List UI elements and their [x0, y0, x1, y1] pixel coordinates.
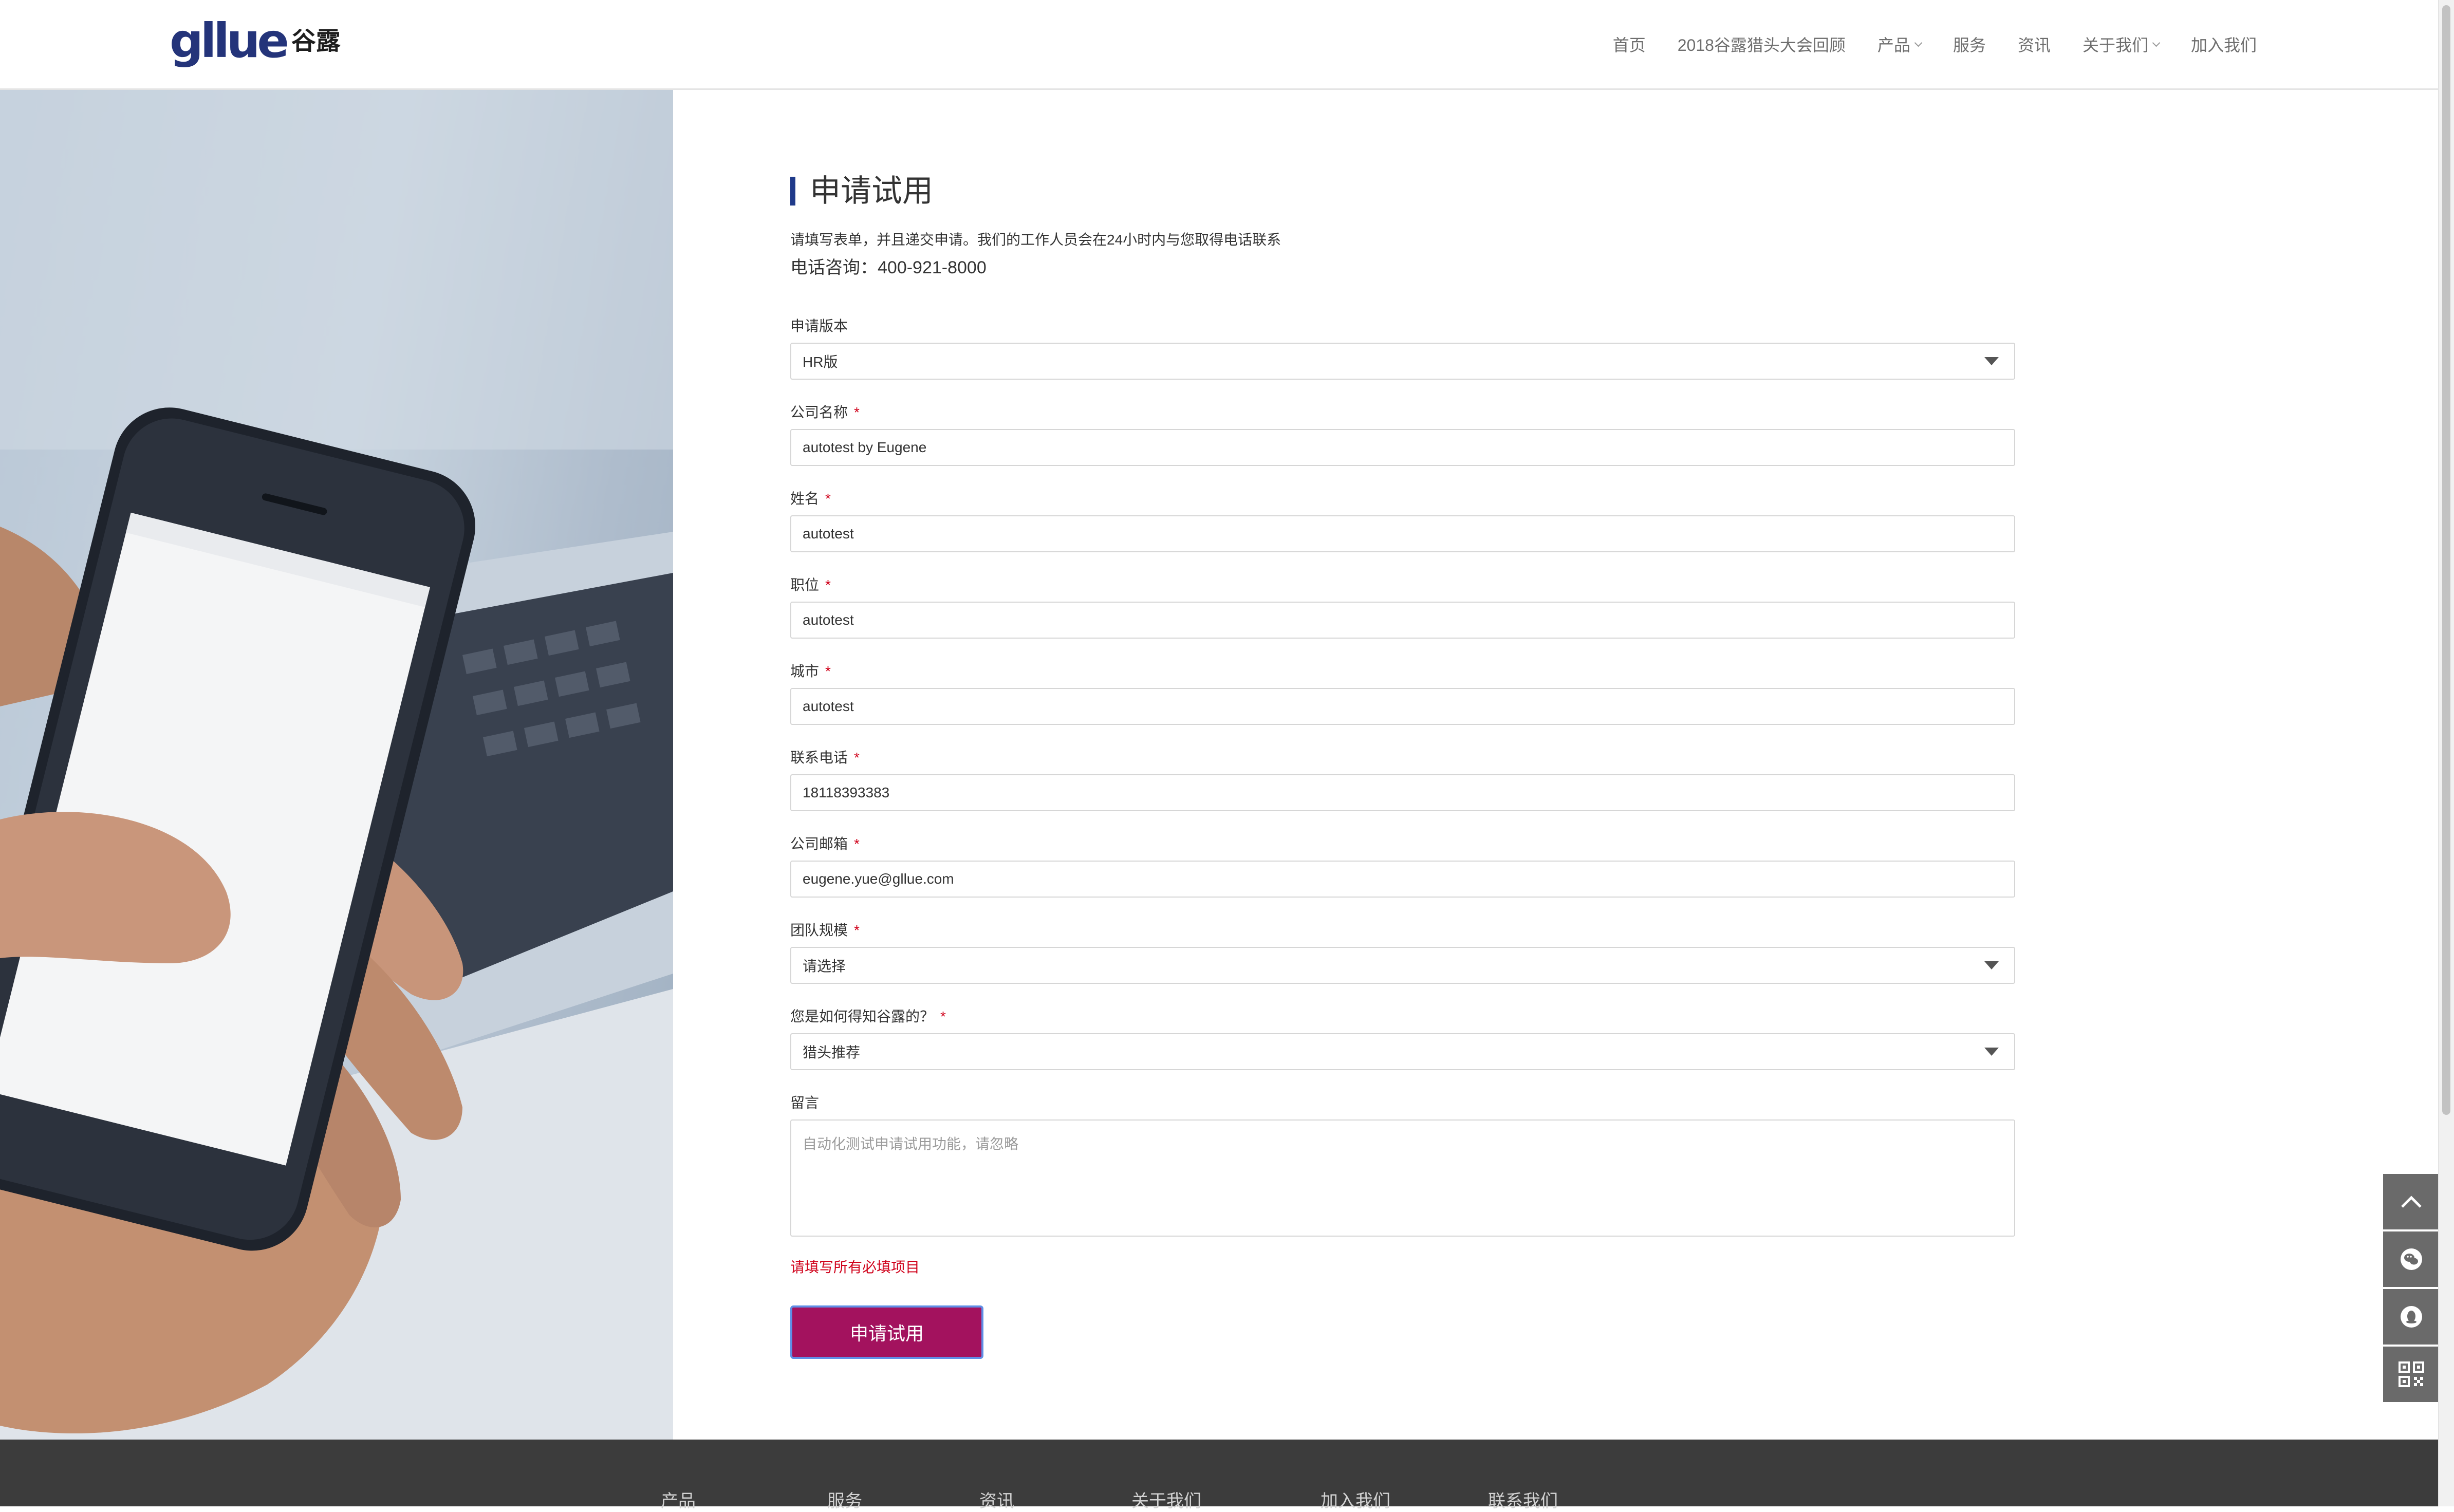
- chevron-down-icon: [2152, 39, 2161, 47]
- field-label-text: 申请版本: [790, 318, 848, 334]
- site-header: gllue 谷露 首页 2018谷露猎头大会回顾 产品 服务 资讯 关于我们 加…: [0, 0, 2439, 90]
- name-label: 姓名 *: [790, 488, 831, 508]
- selected-value: 猎头推荐: [803, 1044, 861, 1060]
- footer-link-products[interactable]: 产品: [661, 1487, 696, 1512]
- required-mark: *: [854, 836, 860, 852]
- required-mark: *: [825, 577, 831, 593]
- nav-item-join[interactable]: 加入我们: [2191, 32, 2257, 56]
- nav-item-news[interactable]: 资讯: [2018, 32, 2051, 56]
- nav-label: 关于我们: [2082, 36, 2148, 54]
- nav-label: 资讯: [2017, 36, 2051, 54]
- required-mark: *: [825, 491, 831, 507]
- nav-label: 加入我们: [2190, 36, 2257, 54]
- selected-value: HR版: [803, 354, 838, 370]
- wechat-icon: [2401, 1248, 2422, 1270]
- required-mark: *: [940, 1009, 946, 1024]
- gllue-logo[interactable]: gllue 谷露: [170, 15, 341, 67]
- logo-wordmark: gllue: [170, 13, 289, 68]
- hero-photo: [0, 90, 673, 1440]
- position-input[interactable]: [790, 602, 2015, 639]
- footer-link-services[interactable]: 服务: [827, 1487, 862, 1512]
- nav-label: 2018谷露猎头大会回顾: [1677, 36, 1846, 54]
- qq-icon: [2401, 1306, 2422, 1328]
- email-input[interactable]: [790, 861, 2015, 898]
- name-input[interactable]: [790, 515, 2015, 552]
- page-scrollbar[interactable]: [2438, 0, 2454, 1506]
- main-nav: 首页 2018谷露猎头大会回顾 产品 服务 资讯 关于我们 加入我们: [1581, 0, 2257, 88]
- nav-item-services[interactable]: 服务: [1953, 32, 1986, 56]
- qq-button[interactable]: [2383, 1289, 2440, 1345]
- title-accent-bar: [790, 177, 795, 206]
- phone-in-hand-illustration: [0, 90, 673, 1440]
- form-intro: 请填写表单，并且递交申请。我们的工作人员会在24小时内与您取得电话联系: [790, 232, 1281, 248]
- phone-input[interactable]: [790, 774, 2015, 811]
- field-label-text: 您是如何得知谷露的？: [790, 1009, 935, 1024]
- footer-link-news[interactable]: 资讯: [979, 1487, 1014, 1512]
- page-title: 申请试用: [810, 174, 933, 208]
- qr-code-button[interactable]: [2383, 1347, 2440, 1402]
- validation-error: 请填写所有必填项目: [790, 1259, 920, 1275]
- field-label-text: 职位: [790, 577, 820, 593]
- required-mark: *: [854, 750, 860, 766]
- footer-link-about[interactable]: 关于我们: [1131, 1487, 1201, 1512]
- phone-label: 联系电话 *: [790, 746, 860, 767]
- back-to-top-button[interactable]: [2383, 1174, 2440, 1229]
- team-size-select[interactable]: 请选择: [790, 947, 2015, 984]
- source-select[interactable]: 猎头推荐: [790, 1033, 2015, 1070]
- version-label: 申请版本: [790, 315, 848, 335]
- field-label-text: 联系电话: [790, 750, 848, 766]
- wechat-button[interactable]: [2383, 1231, 2440, 1287]
- team-size-label: 团队规模 *: [790, 919, 860, 940]
- field-label-text: 团队规模: [790, 922, 848, 938]
- field-label-text: 留言: [790, 1095, 820, 1111]
- nav-item-about[interactable]: 关于我们: [2082, 32, 2161, 56]
- selected-value: 请选择: [803, 958, 846, 974]
- chevron-up-icon: [2401, 1196, 2422, 1208]
- dropdown-arrow-icon: [1984, 1048, 1999, 1056]
- message-textarea[interactable]: [790, 1119, 2015, 1237]
- field-label-text: 姓名: [790, 491, 820, 507]
- message-label: 留言: [790, 1092, 819, 1112]
- required-mark: *: [854, 404, 860, 420]
- city-input[interactable]: [790, 688, 2015, 725]
- email-label: 公司邮箱 *: [790, 833, 860, 853]
- logo-chinese: 谷露: [291, 27, 341, 55]
- dropdown-arrow-icon: [1984, 357, 1999, 365]
- nav-label: 服务: [1953, 36, 1986, 54]
- dropdown-arrow-icon: [1984, 961, 1999, 969]
- site-footer: 产品 服务 资讯 关于我们 加入我们 联系我们: [0, 1440, 2439, 1511]
- required-mark: *: [825, 663, 831, 679]
- required-mark: *: [854, 922, 860, 938]
- form-title: 申请试用: [790, 173, 933, 209]
- position-label: 职位 *: [790, 574, 831, 594]
- nav-label: 产品: [1877, 36, 1910, 54]
- submit-trial-button[interactable]: 申请试用: [790, 1305, 983, 1359]
- version-select[interactable]: HR版: [790, 343, 2015, 380]
- field-label-text: 公司名称: [790, 404, 848, 420]
- source-label: 您是如何得知谷露的？ *: [790, 1005, 946, 1026]
- field-label-text: 公司邮箱: [790, 836, 848, 852]
- nav-item-conference-review[interactable]: 2018谷露猎头大会回顾: [1678, 32, 1846, 56]
- footer-link-contact[interactable]: 联系我们: [1488, 1487, 1558, 1512]
- nav-item-home[interactable]: 首页: [1613, 32, 1646, 56]
- qr-code-icon: [2399, 1361, 2424, 1387]
- chevron-down-icon: [1914, 39, 1923, 47]
- floating-toolbar: [2383, 1174, 2440, 1404]
- scrollbar-thumb[interactable]: [2442, 5, 2450, 1115]
- nav-label: 首页: [1612, 36, 1646, 54]
- city-label: 城市 *: [790, 660, 831, 681]
- field-label-text: 城市: [790, 663, 820, 679]
- nav-item-products[interactable]: 产品: [1877, 32, 1923, 56]
- company-name-input[interactable]: [790, 429, 2015, 466]
- footer-link-join[interactable]: 加入我们: [1321, 1487, 1390, 1512]
- company-label: 公司名称 *: [790, 401, 860, 422]
- consult-phone: 电话咨询：400-921-8000: [790, 258, 987, 277]
